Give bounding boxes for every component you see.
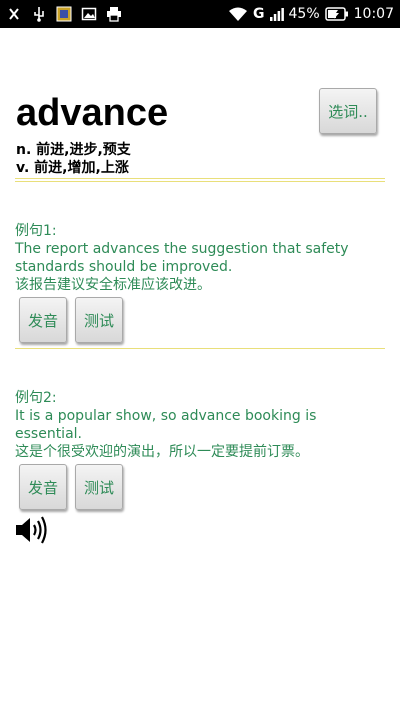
battery-icon	[324, 6, 349, 22]
usb-icon	[31, 6, 47, 22]
definition-noun: n. 前进,进步,预支	[16, 142, 131, 158]
select-word-button[interactable]: 选词..	[319, 88, 377, 134]
signal-icon	[269, 6, 284, 22]
word-definitions: n. 前进,进步,预支 v. 前进,增加,上涨	[16, 141, 131, 177]
clock: 10:07	[353, 6, 394, 22]
wifi-icon	[228, 6, 248, 22]
test-button-2[interactable]: 测试	[75, 464, 123, 510]
definition-verb: v. 前进,增加,上涨	[16, 160, 129, 176]
battery-percent: 45%	[288, 6, 320, 22]
word-title: advance	[16, 92, 169, 134]
example-chinese: 这是个很受欢迎的演出，所以一定要提前订票。	[15, 444, 309, 460]
example-chinese: 该报告建议安全标准应该改进。	[15, 277, 211, 293]
header-divider	[15, 178, 385, 182]
test-button-1[interactable]: 测试	[75, 297, 123, 343]
image-icon	[81, 6, 97, 22]
status-bar: G 45% 10:07	[0, 0, 400, 28]
pronounce-button-2[interactable]: 发音	[19, 464, 67, 510]
example-label: 例句2:	[15, 390, 57, 406]
example-2: 例句2: It is a popular show, so advance bo…	[15, 389, 385, 461]
network-type: G	[253, 6, 265, 22]
printer-icon	[106, 6, 122, 22]
example-english: The report advances the suggestion that …	[15, 241, 349, 275]
notification-app-icon	[56, 6, 72, 22]
speaker-icon[interactable]	[15, 515, 49, 545]
example-label: 例句1:	[15, 223, 57, 239]
usb-debug-icon	[6, 6, 22, 22]
example-divider	[15, 348, 385, 349]
pronounce-button-1[interactable]: 发音	[19, 297, 67, 343]
example-english: It is a popular show, so advance booking…	[15, 408, 317, 442]
example-1: 例句1: The report advances the suggestion …	[15, 222, 385, 294]
